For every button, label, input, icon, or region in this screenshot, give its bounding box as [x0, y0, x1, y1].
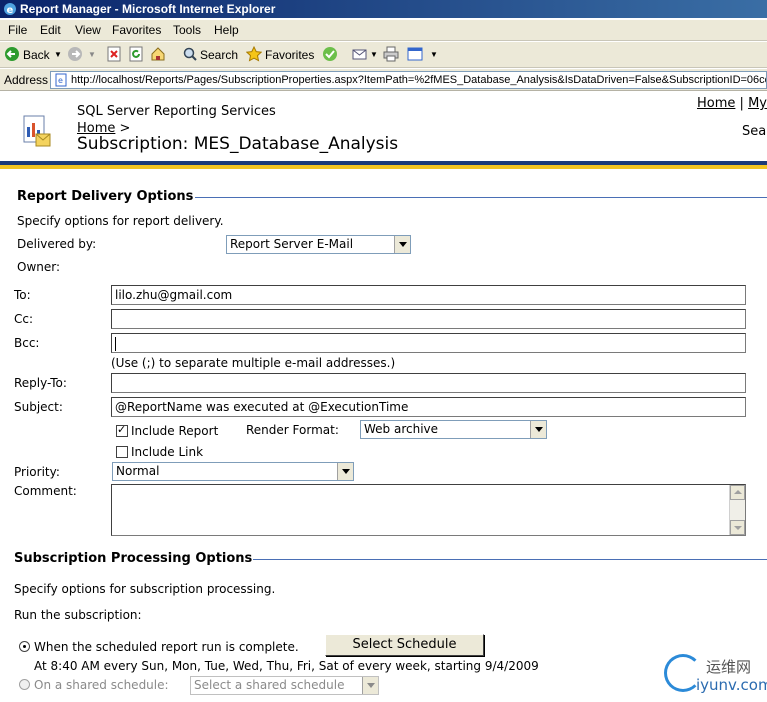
- refresh-icon[interactable]: [128, 46, 144, 62]
- forward-dropdown-icon[interactable]: ▼: [88, 46, 96, 64]
- global-links: Home | My: [697, 96, 767, 111]
- menu-bar: File Edit View Favorites Tools Help: [0, 20, 767, 41]
- scheduled-run-radio[interactable]: [19, 641, 30, 652]
- shared-schedule-radio[interactable]: [19, 679, 30, 690]
- menu-help[interactable]: Help: [214, 20, 239, 41]
- delivered-by-value: Report Server E-Mail: [230, 237, 354, 251]
- delivered-by-select[interactable]: Report Server E-Mail: [226, 235, 411, 254]
- home-link[interactable]: Home: [697, 96, 735, 111]
- ie-logo-icon: e: [4, 3, 16, 16]
- select-schedule-button[interactable]: Select Schedule: [325, 634, 484, 656]
- back-button[interactable]: Back: [23, 46, 50, 64]
- back-arrow-icon[interactable]: [4, 46, 20, 62]
- delivery-heading: Report Delivery Options: [17, 189, 194, 204]
- media-icon[interactable]: [322, 46, 338, 62]
- svg-text:e: e: [58, 76, 63, 85]
- reply-to-label: Reply-To:: [14, 376, 67, 390]
- toolbar: Back ▼ ▼ Search Favorites ▼ ▼: [0, 42, 767, 68]
- include-report-checkbox[interactable]: [116, 423, 128, 437]
- reply-to-field[interactable]: [111, 373, 746, 393]
- delivery-divider: [195, 197, 767, 198]
- mail-icon[interactable]: [352, 46, 368, 62]
- owner-label: Owner:: [17, 260, 61, 274]
- search-icon[interactable]: [182, 46, 198, 62]
- svg-text:e: e: [7, 5, 14, 16]
- processing-intro: Specify options for subscription process…: [14, 582, 276, 596]
- home-icon[interactable]: [150, 46, 166, 62]
- chevron-down-icon[interactable]: [362, 677, 378, 694]
- to-field[interactable]: lilo.zhu@gmail.com: [111, 285, 746, 305]
- shared-schedule-label: On a shared schedule:: [34, 678, 169, 692]
- window-title-bar: e Report Manager - Microsoft Internet Ex…: [0, 0, 767, 18]
- subject-label: Subject:: [14, 400, 63, 414]
- favorites-star-icon[interactable]: [246, 46, 262, 62]
- include-link-checkbox[interactable]: [116, 446, 128, 458]
- chevron-down-icon[interactable]: [394, 236, 410, 253]
- cc-field[interactable]: [111, 309, 746, 329]
- priority-label: Priority:: [14, 465, 60, 479]
- print-icon[interactable]: [383, 46, 399, 62]
- subject-field[interactable]: @ReportName was executed at @ExecutionTi…: [111, 397, 746, 417]
- scroll-up-icon[interactable]: [730, 485, 745, 500]
- comment-textarea[interactable]: [111, 484, 746, 536]
- schedule-description: At 8:40 AM every Sun, Mon, Tue, Wed, Thu…: [34, 659, 539, 673]
- mail-dropdown-icon[interactable]: ▼: [370, 46, 378, 64]
- menu-file[interactable]: File: [8, 20, 27, 41]
- window-title: Report Manager - Microsoft Internet Expl…: [20, 2, 276, 16]
- menu-view[interactable]: View: [75, 20, 101, 41]
- link-separator: |: [739, 96, 744, 111]
- stop-icon[interactable]: [106, 46, 122, 62]
- watermark: 运维网 iyunv.com: [664, 654, 767, 698]
- menu-tools[interactable]: Tools: [173, 20, 201, 41]
- comment-label: Comment:: [14, 484, 77, 498]
- menu-edit[interactable]: Edit: [40, 20, 61, 41]
- delivery-intro: Specify options for report delivery.: [17, 214, 224, 228]
- watermark-en: iyunv.com: [696, 676, 767, 694]
- forward-arrow-icon[interactable]: [67, 46, 83, 62]
- address-bar: Address e http://localhost/Reports/Pages…: [0, 69, 767, 91]
- include-link-label: Include Link: [131, 445, 204, 459]
- search-label: Sea: [742, 124, 767, 139]
- edit-icon[interactable]: [407, 46, 423, 62]
- delivered-by-label: Delivered by:: [17, 237, 97, 251]
- address-url: http://localhost/Reports/Pages/Subscript…: [71, 74, 767, 86]
- scroll-down-icon[interactable]: [730, 520, 745, 535]
- scheduled-run-label: When the scheduled report run is complet…: [34, 640, 299, 654]
- page-icon: e: [55, 73, 67, 87]
- address-label: Address: [4, 73, 49, 87]
- page-title: Subscription: MES_Database_Analysis: [77, 134, 399, 154]
- chevron-down-icon[interactable]: [530, 421, 546, 438]
- address-input[interactable]: e http://localhost/Reports/Pages/Subscri…: [50, 71, 767, 89]
- run-subscription-label: Run the subscription:: [14, 608, 142, 622]
- my-subscriptions-link[interactable]: My: [748, 96, 767, 111]
- comment-scrollbar[interactable]: [729, 485, 745, 535]
- header-stripe-gold: [0, 165, 767, 169]
- watermark-cn: 运维网: [706, 658, 752, 676]
- chevron-down-icon[interactable]: [337, 463, 353, 480]
- app-title: SQL Server Reporting Services: [77, 104, 276, 119]
- back-dropdown-icon[interactable]: ▼: [54, 46, 62, 64]
- to-label: To:: [14, 288, 31, 302]
- processing-heading: Subscription Processing Options: [14, 551, 253, 566]
- priority-select[interactable]: Normal: [112, 462, 354, 481]
- render-format-select[interactable]: Web archive: [360, 420, 547, 439]
- favorites-button[interactable]: Favorites: [265, 46, 314, 64]
- shared-schedule-value: Select a shared schedule: [194, 678, 345, 692]
- report-icon: [23, 115, 51, 147]
- shared-schedule-select[interactable]: Select a shared schedule: [190, 676, 379, 695]
- menu-favorites[interactable]: Favorites: [112, 20, 161, 41]
- cc-label: Cc:: [14, 312, 34, 326]
- render-format-label: Render Format:: [246, 423, 339, 437]
- include-report-label: Include Report: [131, 424, 219, 438]
- bcc-label: Bcc:: [14, 336, 40, 350]
- search-button[interactable]: Search: [200, 46, 238, 64]
- bcc-field[interactable]: [111, 333, 746, 353]
- processing-divider: [253, 559, 767, 560]
- render-format-value: Web archive: [364, 422, 439, 436]
- priority-value: Normal: [116, 464, 160, 478]
- edit-dropdown-icon[interactable]: ▼: [430, 46, 438, 64]
- text-caret: [115, 336, 116, 351]
- email-separator-hint: (Use (;) to separate multiple e-mail add…: [111, 356, 396, 370]
